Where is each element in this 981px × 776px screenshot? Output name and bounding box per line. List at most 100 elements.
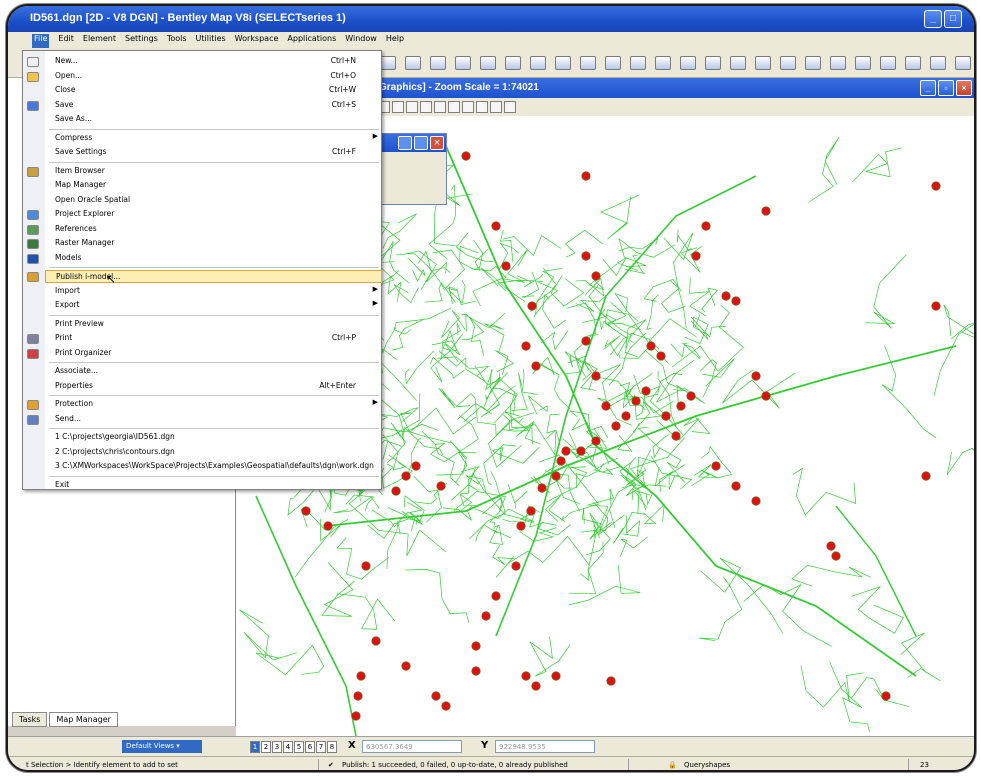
default-views-dropdown[interactable]: Default Views ▾ [122, 740, 202, 753]
feature-point[interactable] [711, 461, 721, 471]
tool-box-minimize[interactable] [398, 136, 412, 150]
feature-point[interactable] [531, 681, 541, 691]
feature-point[interactable] [501, 261, 511, 271]
open-folder-icon[interactable] [405, 56, 421, 70]
feature-point[interactable] [621, 411, 631, 421]
feature-point[interactable] [931, 181, 941, 191]
feature-point[interactable] [581, 336, 591, 346]
feature-point[interactable] [521, 671, 531, 681]
feature-point[interactable] [761, 391, 771, 401]
file-menu-item-compress[interactable]: Compress ▶ [45, 132, 382, 145]
tool-box-maximize[interactable] [414, 136, 428, 150]
feature-point[interactable] [491, 221, 501, 231]
file-menu-item-publish-i-model[interactable]: Publish i-model... [45, 270, 382, 283]
feature-point[interactable] [537, 483, 547, 493]
view-button-7[interactable]: 7 [316, 741, 326, 753]
feature-point[interactable] [661, 411, 671, 421]
feature-point[interactable] [671, 431, 681, 441]
file-menu-item-map-manager[interactable]: Map Manager [45, 179, 382, 192]
view-restore-button[interactable]: ▫ [938, 80, 954, 96]
feature-point[interactable] [361, 561, 371, 571]
feature-point[interactable] [881, 691, 891, 701]
file-menu-item-save-settings[interactable]: Save Settings Ctrl+F [45, 146, 382, 159]
feature-point[interactable] [731, 481, 741, 491]
view-button-6[interactable]: 6 [305, 741, 315, 753]
tool-box-close[interactable]: × [430, 136, 444, 150]
feature-point[interactable] [431, 691, 441, 701]
lock-icon[interactable]: 🔒 [668, 761, 677, 769]
layout-icon[interactable] [855, 56, 871, 70]
feature-point[interactable] [921, 471, 931, 481]
feature-point[interactable] [516, 521, 526, 531]
view-button-5[interactable]: 5 [294, 741, 304, 753]
feature-point[interactable] [401, 471, 411, 481]
feature-point[interactable] [481, 611, 491, 621]
feature-point[interactable] [646, 341, 656, 351]
y-coordinate-field[interactable]: 922948.9535 [495, 740, 595, 753]
view-minimize-button[interactable]: _ [920, 80, 936, 96]
file-menu-item-new[interactable]: New... Ctrl+N [45, 55, 382, 68]
file-menu-item-protection[interactable]: Protection ▶ [45, 398, 382, 411]
file-menu-item-print-preview[interactable]: Print Preview [45, 318, 382, 331]
feature-point[interactable] [691, 251, 701, 261]
feature-point[interactable] [751, 371, 761, 381]
feature-point[interactable] [581, 171, 591, 181]
view-button-8[interactable]: 8 [327, 741, 337, 753]
feature-point[interactable] [351, 711, 361, 721]
menu-tools[interactable]: Tools [167, 34, 187, 48]
feature-point[interactable] [521, 341, 531, 351]
feature-point[interactable] [323, 521, 333, 531]
file-menu-item-references[interactable]: References [45, 223, 382, 236]
feature-point[interactable] [471, 641, 481, 651]
feature-point[interactable] [301, 506, 311, 516]
file-menu-item-1-c-projects-georgia-id561-dgn[interactable]: 1 C:\projects\georgia\ID561.dgn [45, 431, 382, 444]
query-icon[interactable] [705, 56, 721, 70]
file-menu-item-project-explorer[interactable]: Project Explorer [45, 208, 382, 221]
feature-point[interactable] [826, 541, 836, 551]
new-file-icon[interactable] [380, 56, 396, 70]
undo-icon[interactable] [480, 56, 496, 70]
feature-point[interactable] [701, 221, 711, 231]
file-menu-item-open-oracle-spatial[interactable]: Open Oracle Spatial [45, 194, 382, 207]
zoom-out-icon[interactable] [420, 101, 432, 113]
feature-point[interactable] [461, 151, 471, 161]
feature-point[interactable] [556, 456, 566, 466]
element-info-icon[interactable] [505, 56, 521, 70]
menu-applications[interactable]: Applications [287, 34, 336, 48]
feature-point[interactable] [591, 371, 601, 381]
feature-point[interactable] [471, 666, 481, 676]
file-menu-item-properties[interactable]: Properties Alt+Enter [45, 380, 382, 393]
feature-point[interactable] [436, 481, 446, 491]
report-icon[interactable] [955, 56, 971, 70]
help-icon[interactable] [755, 56, 771, 70]
view-button-3[interactable]: 3 [272, 741, 282, 753]
feature-point[interactable] [411, 461, 421, 471]
feature-point[interactable] [656, 351, 666, 361]
fit-view-icon[interactable] [448, 101, 460, 113]
feature-point[interactable] [511, 561, 521, 571]
maximize-button[interactable]: □ [944, 10, 962, 28]
feature-point[interactable] [631, 396, 641, 406]
file-menu-item-associate[interactable]: Associate... [45, 365, 382, 378]
file-menu-item-send[interactable]: Send... [45, 413, 382, 426]
print-icon[interactable] [455, 56, 471, 70]
file-menu-item-print[interactable]: Print Ctrl+P [45, 332, 382, 345]
feature-point[interactable] [831, 551, 841, 561]
view-close-button[interactable]: × [956, 80, 972, 96]
tab-tasks[interactable]: Tasks [12, 712, 48, 727]
file-menu-item-3-c-xmworkspaces-workspace-pro[interactable]: 3 C:\XMWorkspaces\WorkSpace\Projects\Exa… [45, 460, 382, 473]
menu-window[interactable]: Window [345, 34, 377, 48]
x-coordinate-field[interactable]: 630567.3649 [362, 740, 462, 753]
file-menu-item-print-organizer[interactable]: Print Organizer [45, 347, 382, 360]
level-icon[interactable] [530, 56, 546, 70]
feature-point[interactable] [686, 391, 696, 401]
fence-icon[interactable] [630, 56, 646, 70]
active-level[interactable]: Queryshapes [684, 761, 730, 769]
file-menu-item-save-as[interactable]: Save As... [45, 113, 382, 126]
feature-point[interactable] [591, 271, 601, 281]
file-menu-item-models[interactable]: Models [45, 252, 382, 265]
snap-icon[interactable] [730, 56, 746, 70]
window-area-icon[interactable] [434, 101, 446, 113]
feature-point[interactable] [931, 301, 941, 311]
view-button-4[interactable]: 4 [283, 741, 293, 753]
